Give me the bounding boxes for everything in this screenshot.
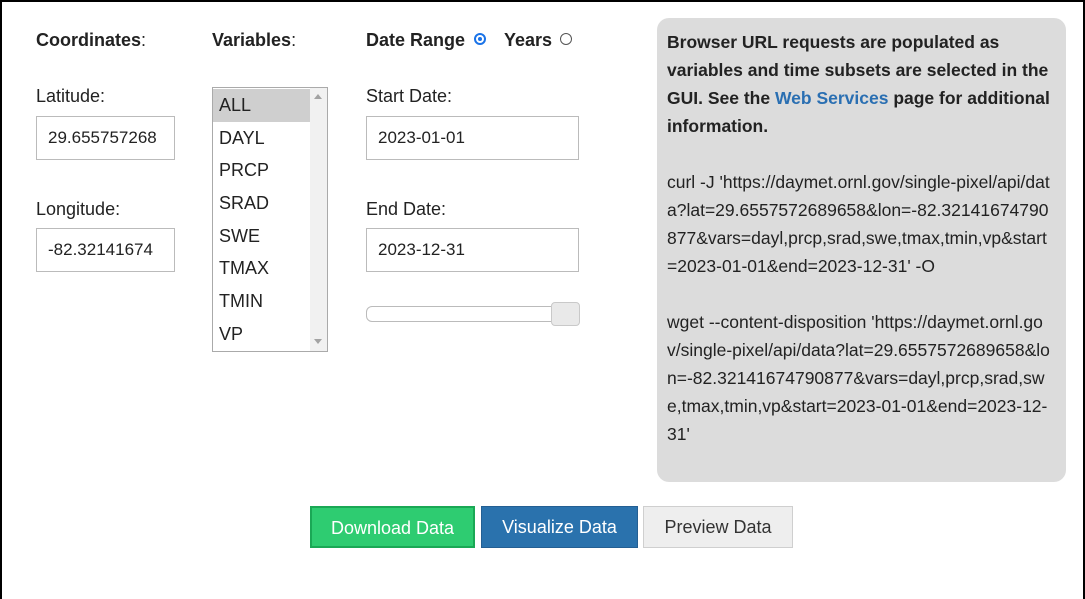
scroll-up-arrow-icon[interactable] <box>314 94 322 99</box>
wget-command: wget --content-disposition 'https://daym… <box>667 312 1050 444</box>
variable-option-all[interactable]: ALL <box>213 89 313 122</box>
preview-data-button[interactable]: Preview Data <box>643 506 793 548</box>
variables-listbox[interactable]: ALL DAYL PRCP SRAD SWE TMAX TMIN VP <box>212 87 328 352</box>
variable-option-prcp[interactable]: PRCP <box>213 154 313 187</box>
web-services-link[interactable]: Web Services <box>775 88 889 108</box>
variable-option-srad[interactable]: SRAD <box>213 187 313 220</box>
latitude-input[interactable]: 29.655757268 <box>36 116 175 160</box>
download-data-button[interactable]: Download Data <box>310 506 475 548</box>
date-range-label: Date Range <box>366 30 466 50</box>
coordinates-header: Coordinates: <box>36 30 147 50</box>
date-slider-track[interactable] <box>366 306 558 322</box>
info-intro-text: Browser URL requests are populated as va… <box>667 32 1050 136</box>
curl-command: curl -J 'https://daymet.ornl.gov/single-… <box>667 172 1050 276</box>
variable-option-dayl[interactable]: DAYL <box>213 122 313 155</box>
latitude-label: Latitude: <box>36 86 106 106</box>
end-date-label: End Date: <box>366 199 447 219</box>
longitude-input[interactable]: -82.32141674 <box>36 228 175 272</box>
url-info-panel: Browser URL requests are populated as va… <box>657 18 1066 482</box>
listbox-scrollbar[interactable] <box>310 88 327 351</box>
radio-unchecked-icon[interactable] <box>560 33 572 45</box>
visualize-data-button[interactable]: Visualize Data <box>481 506 638 548</box>
start-date-label: Start Date: <box>366 86 453 106</box>
variable-option-tmin[interactable]: TMIN <box>213 285 313 318</box>
start-date-input[interactable]: 2023-01-01 <box>366 116 579 160</box>
years-label: Years <box>504 30 553 50</box>
end-date-input[interactable]: 2023-12-31 <box>366 228 579 272</box>
variable-option-swe[interactable]: SWE <box>213 220 313 253</box>
date-slider-handle[interactable] <box>551 302 580 326</box>
longitude-label: Longitude: <box>36 199 121 219</box>
variable-option-vp[interactable]: VP <box>213 318 313 351</box>
variable-option-tmax[interactable]: TMAX <box>213 252 313 285</box>
radio-checked-icon[interactable] <box>474 33 486 45</box>
variables-header: Variables: <box>212 30 297 50</box>
scroll-down-arrow-icon[interactable] <box>314 339 322 344</box>
